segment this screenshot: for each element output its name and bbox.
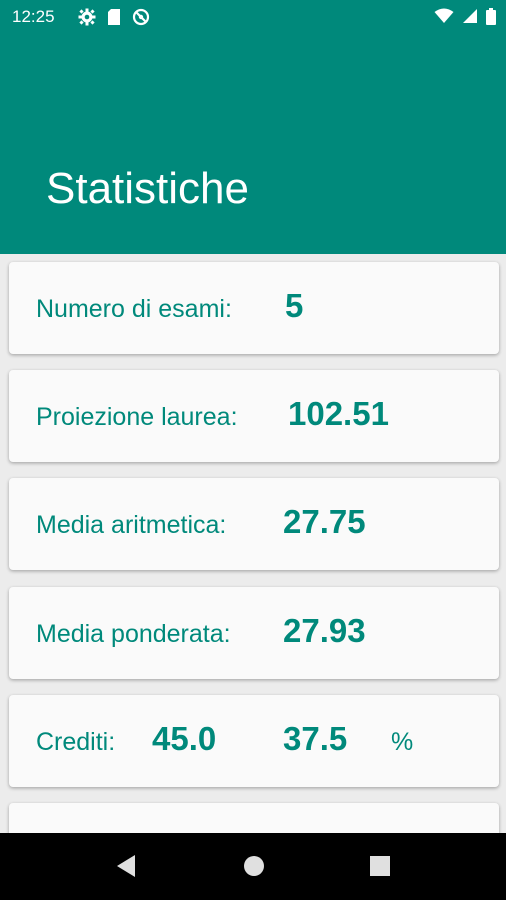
projection-label: Proiezione laurea: bbox=[36, 403, 238, 431]
credits-value: 45.0 bbox=[152, 720, 217, 757]
app-bar: Statistiche bbox=[0, 34, 506, 254]
projection-value: 102.51 bbox=[288, 395, 389, 432]
credits-percent-sign: % bbox=[391, 728, 414, 756]
signal-icon bbox=[462, 8, 478, 30]
exams-card: Numero di esami: 5 bbox=[9, 262, 499, 354]
status-icons-left bbox=[78, 8, 150, 31]
arithmetic-label: Media aritmetica: bbox=[36, 511, 227, 539]
no-sync-icon bbox=[132, 8, 150, 31]
battery-icon bbox=[486, 8, 496, 30]
status-bar: 12:25 bbox=[0, 0, 506, 34]
exams-label: Numero di esami: bbox=[36, 295, 232, 323]
back-icon[interactable] bbox=[113, 853, 137, 884]
status-time: 12:25 bbox=[12, 7, 55, 26]
credits-card: Crediti: 45.0 37.5 % bbox=[9, 695, 499, 787]
credits-percent-value: 37.5 bbox=[283, 720, 348, 757]
home-icon[interactable] bbox=[242, 853, 266, 884]
arithmetic-card: Media aritmetica: 27.75 bbox=[9, 478, 499, 570]
projection-card: Proiezione laurea: 102.51 bbox=[9, 370, 499, 462]
sd-card-icon bbox=[106, 8, 122, 31]
arithmetic-value: 27.75 bbox=[283, 503, 366, 540]
recents-icon[interactable] bbox=[368, 853, 392, 884]
wifi-icon bbox=[434, 8, 454, 30]
status-icons-right bbox=[434, 8, 496, 30]
weighted-label: Media ponderata: bbox=[36, 620, 231, 648]
page-title: Statistiche bbox=[46, 164, 249, 213]
navigation-bar bbox=[0, 833, 506, 900]
credits-label: Crediti: bbox=[36, 728, 116, 756]
weighted-card: Media ponderata: 27.93 bbox=[9, 587, 499, 679]
settings-icon bbox=[78, 8, 96, 31]
exams-value: 5 bbox=[285, 287, 304, 324]
weighted-value: 27.93 bbox=[283, 612, 366, 649]
